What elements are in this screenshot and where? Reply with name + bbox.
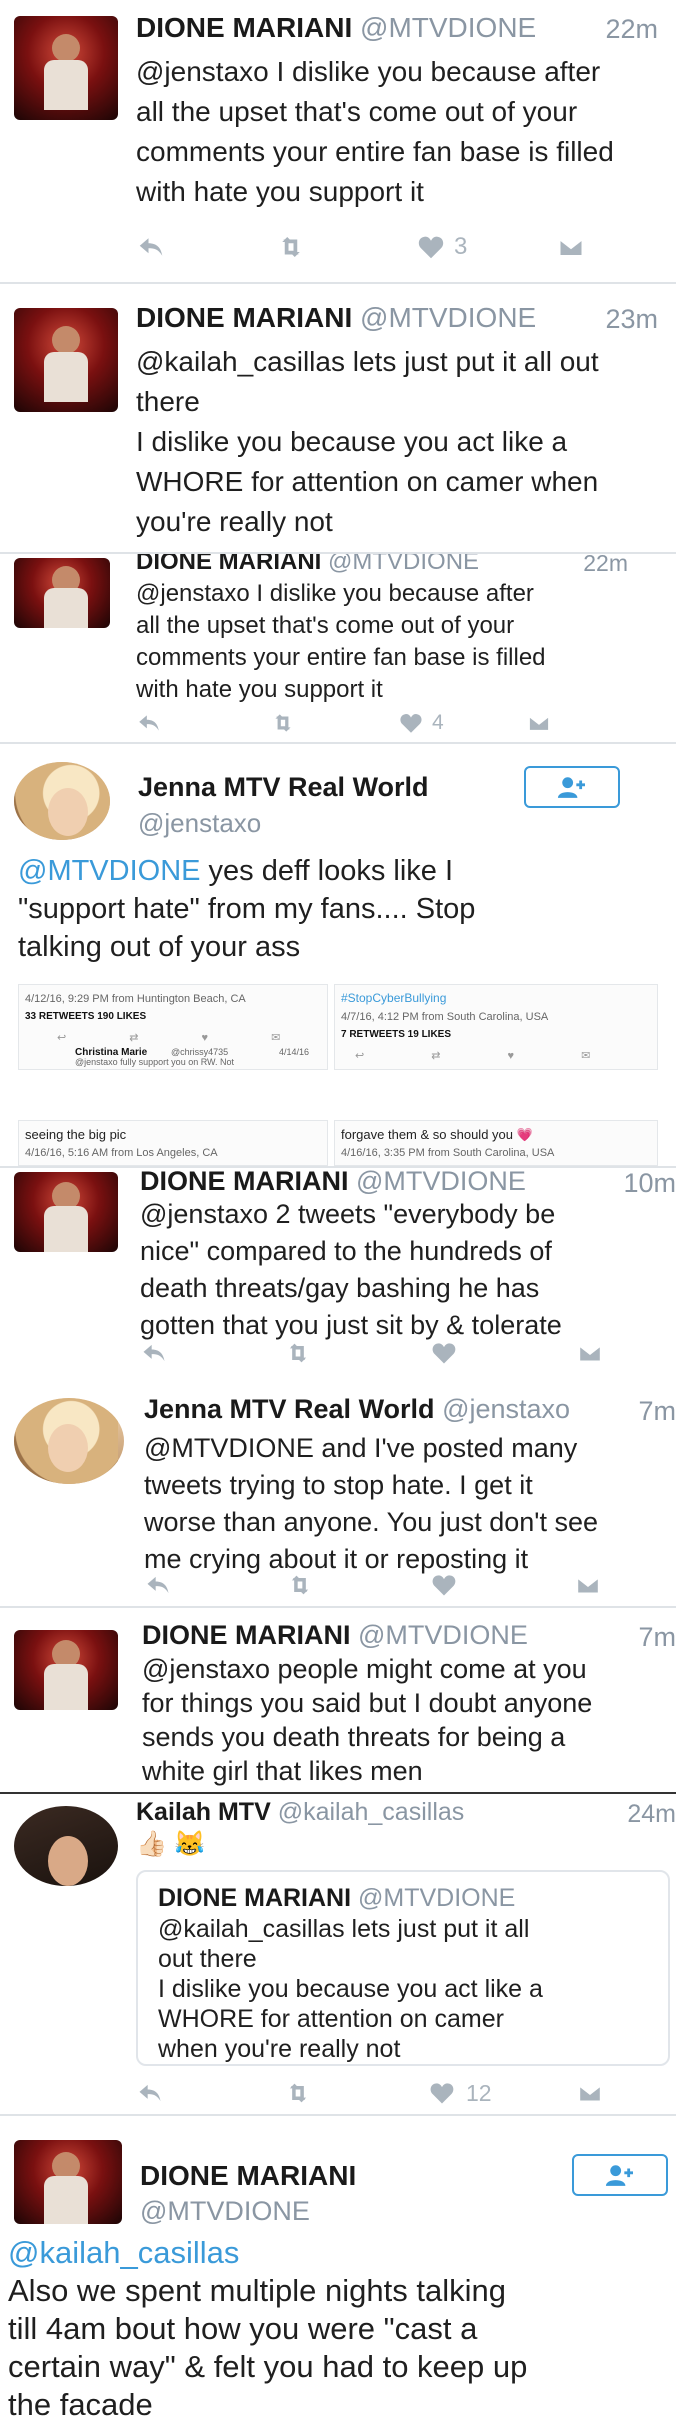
message-icon[interactable] xyxy=(576,2076,604,2110)
tweet-author-name: DIONE MARIANI xyxy=(140,2160,357,2191)
avatar[interactable] xyxy=(14,558,110,628)
tweet-author-handle: @jenstaxo xyxy=(442,1394,571,1424)
avatar[interactable] xyxy=(14,1172,118,1252)
avatar[interactable] xyxy=(14,1806,118,1886)
tweet-4[interactable]: Jenna MTV Real World @jenstaxo @MTVDIONE… xyxy=(0,744,676,1166)
avatar[interactable] xyxy=(14,1630,118,1710)
tweet-author-handle: @MTVDIONE xyxy=(140,2196,310,2226)
like-button[interactable]: 12 xyxy=(428,2076,492,2110)
quoted-author-handle: @MTVDIONE xyxy=(358,1884,516,1912)
attached-screenshot-2[interactable]: #StopCyberBullying 4/7/16, 4:12 PM from … xyxy=(334,984,658,1070)
like-count: 12 xyxy=(466,2079,492,2106)
like-button[interactable]: 4 xyxy=(398,706,444,740)
tweet-text: @MTVDIONE and I've posted many tweets try… xyxy=(144,1433,598,1574)
tweet-text: @kailah_casillas lets just put it all ou… xyxy=(136,346,599,537)
tweet-author-name: DIONE MARIANI xyxy=(136,12,353,43)
quoted-text: @kailah_casillas lets just put it all out… xyxy=(158,1915,543,2063)
tweet-text: @jenstaxo 2 tweets "everybody be nice" co… xyxy=(140,1199,562,1340)
avatar[interactable] xyxy=(14,1398,124,1484)
heart-icon xyxy=(398,710,424,736)
like-icon[interactable] xyxy=(430,1336,458,1370)
tweet-author-name: DIONE MARIANI xyxy=(136,302,353,333)
follow-button[interactable] xyxy=(572,2154,668,2196)
tweet-author-handle: @MTVDIONE xyxy=(356,1166,526,1196)
tweet-author-handle: @MTVDIONE xyxy=(358,1620,528,1650)
message-icon[interactable] xyxy=(576,1336,604,1370)
like-icon[interactable] xyxy=(430,1568,458,1602)
tweet-7[interactable]: DIONE MARIANI @MTVDIONE 7m @jenstaxo peo… xyxy=(0,1608,676,1794)
tweet-author-handle: @MTVDIONE xyxy=(360,12,537,43)
tweet-text: @jenstaxo I dislike you because after all… xyxy=(136,580,546,703)
tweet-author-handle: @kailah_casillas xyxy=(277,1798,465,1826)
tweet-timestamp: 24m xyxy=(627,1800,676,1828)
reply-icon[interactable] xyxy=(140,1336,168,1370)
reply-icon[interactable] xyxy=(136,2076,164,2110)
reply-icon[interactable] xyxy=(144,1568,172,1602)
quoted-author-name: DIONE MARIANI xyxy=(158,1884,352,1912)
avatar[interactable] xyxy=(14,308,118,412)
message-icon[interactable] xyxy=(556,230,586,264)
reply-icon[interactable] xyxy=(136,230,166,264)
add-user-icon xyxy=(555,774,589,800)
reply-icon[interactable] xyxy=(136,706,162,740)
tweet-timestamp: 7m xyxy=(638,1396,676,1426)
retweet-icon[interactable] xyxy=(268,706,298,740)
like-count: 3 xyxy=(454,233,468,260)
message-icon[interactable] xyxy=(526,706,552,740)
tweet-3[interactable]: DIONE MARIANI @MTVDIONE 22m @jenstaxo I … xyxy=(0,554,676,744)
tweet-timestamp: 10m xyxy=(623,1168,676,1198)
tweet-2[interactable]: DIONE MARIANI @MTVDIONE 23m @kailah_casi… xyxy=(0,284,676,554)
tweet-author-handle: @MTVDIONE xyxy=(360,302,537,333)
tweet-8[interactable]: Kailah MTV @kailah_casillas 24m 👍🏻 😹 DIO… xyxy=(0,1794,676,2116)
tweet-text: @MTVDIONE yes deff looks like I "support… xyxy=(18,855,476,963)
tweet-text: @jenstaxo people might come at you for th… xyxy=(142,1654,593,1786)
retweet-icon[interactable] xyxy=(284,1568,316,1602)
tweet-author-handle: @jenstaxo xyxy=(138,808,262,838)
tweet-6[interactable]: Jenna MTV Real World @jenstaxo 7m @MTVDI… xyxy=(0,1380,676,1608)
tweet-5[interactable]: DIONE MARIANI @MTVDIONE 10m @jenstaxo 2 … xyxy=(0,1166,676,1382)
like-count: 4 xyxy=(432,711,444,734)
avatar[interactable] xyxy=(14,2140,122,2224)
tweet-author-handle: @MTVDIONE xyxy=(328,554,480,575)
retweet-icon[interactable] xyxy=(282,2076,314,2110)
avatar[interactable] xyxy=(14,762,110,840)
tweet-author-name: Jenna MTV Real World xyxy=(138,772,429,802)
tweet-text: @kailah_casillas Also we spent multiple … xyxy=(8,2234,528,2422)
heart-icon xyxy=(428,2079,456,2107)
attached-screenshot-1[interactable]: 4/12/16, 9:29 PM from Huntington Beach, … xyxy=(18,984,328,1070)
tweet-timestamp: 22m xyxy=(605,14,658,44)
heart-icon xyxy=(416,232,446,262)
tweet-timestamp: 7m xyxy=(638,1622,676,1652)
tweet-timestamp: 22m xyxy=(583,554,628,576)
tweet-9[interactable]: DIONE MARIANI @MTVDIONE @kailah_casillas… xyxy=(0,2116,676,2436)
quoted-tweet[interactable]: DIONE MARIANI @MTVDIONE @kailah_casillas… xyxy=(136,1870,670,2066)
tweet-1[interactable]: DIONE MARIANI @MTVDIONE 22m @jenstaxo I … xyxy=(0,0,676,284)
tweet-author-name: Kailah MTV xyxy=(136,1798,271,1826)
add-user-icon xyxy=(603,2162,637,2188)
retweet-icon[interactable] xyxy=(274,230,308,264)
message-icon[interactable] xyxy=(574,1568,602,1602)
tweet-text: @jenstaxo I dislike you because after all… xyxy=(136,56,614,207)
attached-screenshot-3[interactable]: seeing the big pic 4/16/16, 5:16 AM from… xyxy=(18,1120,328,1166)
follow-button[interactable] xyxy=(524,766,620,808)
avatar[interactable] xyxy=(14,16,118,120)
tweet-timestamp: 23m xyxy=(605,304,658,334)
tweet-author-name: DIONE MARIANI xyxy=(142,1620,351,1650)
tweet-author-name: DIONE MARIANI xyxy=(136,554,322,575)
like-button[interactable]: 3 xyxy=(416,230,467,264)
tweet-author-name: Jenna MTV Real World xyxy=(144,1394,435,1424)
mention-link[interactable]: @MTVDIONE xyxy=(18,855,201,887)
emoji-text: 👍🏻 😹 xyxy=(136,1830,206,1858)
retweet-icon[interactable] xyxy=(282,1336,314,1370)
tweet-author-name: DIONE MARIANI xyxy=(140,1166,349,1196)
attached-screenshot-4[interactable]: forgave them & so should you 💗 4/16/16, … xyxy=(334,1120,658,1166)
mention-link[interactable]: @kailah_casillas xyxy=(8,2234,527,2272)
